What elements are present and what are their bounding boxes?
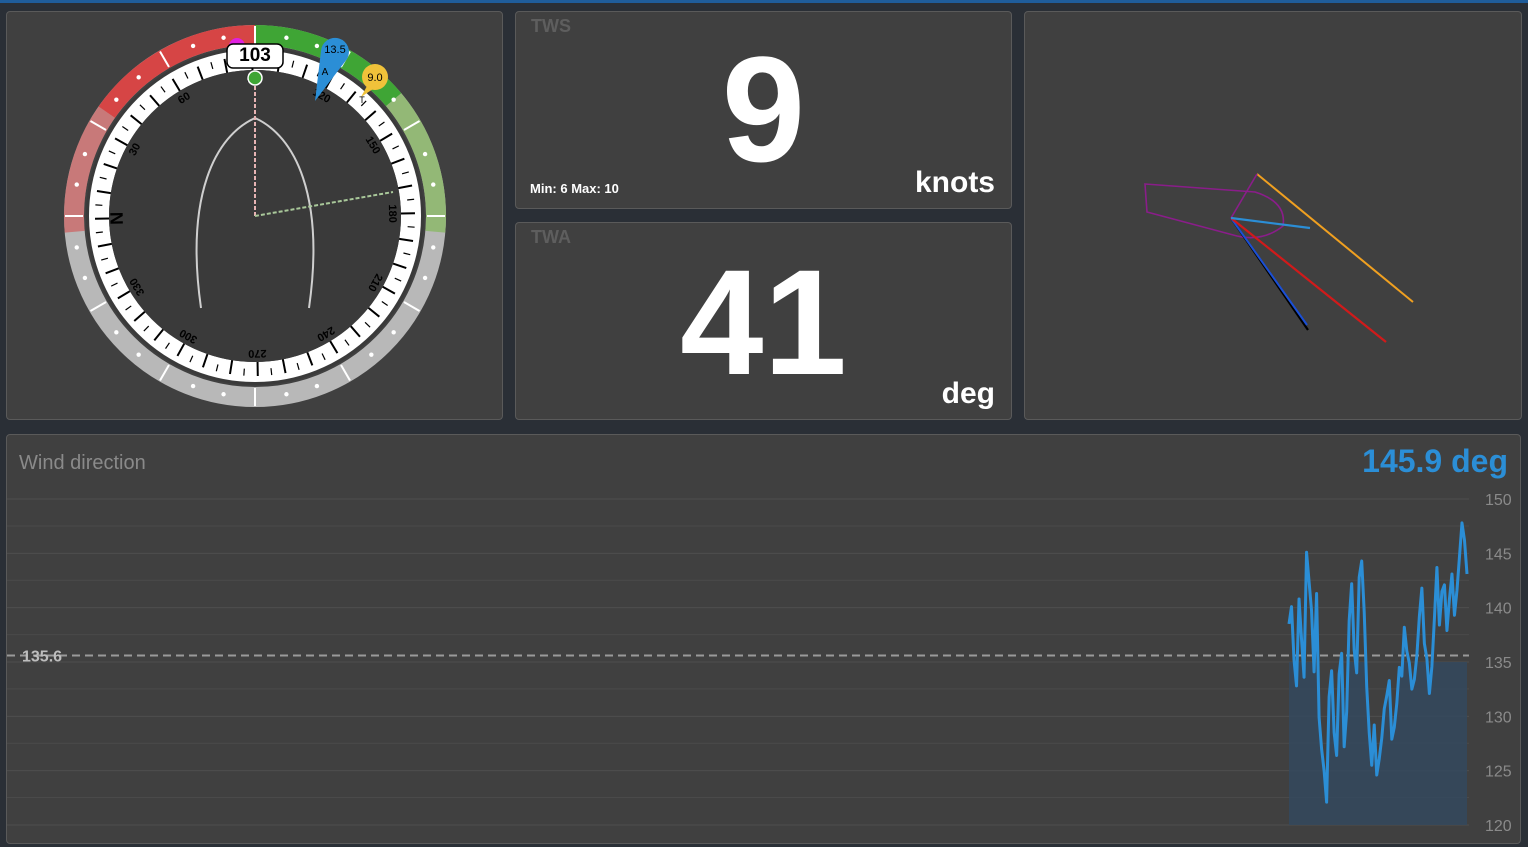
y-tick-label: 135 (1485, 655, 1512, 672)
ring-dot (136, 75, 141, 80)
tws-panel: TWS 9 Min: 6 Max: 10 knots (515, 11, 1012, 209)
ring-dot (369, 352, 374, 357)
tws-min: Min: 6 (530, 181, 568, 196)
ring-dot (221, 35, 226, 40)
ring-dot (82, 275, 88, 281)
true-wind-letter: T (359, 95, 365, 105)
apparent-wind-value: 13.5 (324, 44, 345, 56)
ring-dot (422, 275, 428, 281)
north-label: N (107, 212, 127, 225)
ring-dot (314, 383, 320, 389)
apparent-wind-vector (1230, 217, 1387, 343)
wind-compass: 306090120150180210240270300330N10313.5A9… (64, 25, 446, 407)
chart-title: Wind direction (19, 452, 146, 474)
ring-dot (314, 43, 320, 49)
heading-value: 103 (239, 45, 271, 66)
boat-vector-diagram (1144, 173, 1414, 343)
ring-dot (391, 330, 396, 335)
tws-minmax: Min: 6 Max: 10 (530, 181, 619, 196)
y-tick-label: 140 (1485, 601, 1512, 618)
ring-dot (431, 245, 436, 250)
ring-dot (190, 43, 196, 49)
wind-direction-chart-panel: 150 145 140 135 130 125 120 135.6 Wind directio… (6, 434, 1521, 844)
ring-dot (114, 330, 119, 335)
ring-dot (82, 151, 88, 157)
apparent-wind-letter: A (322, 67, 329, 78)
ring-dot (221, 392, 226, 397)
scale-label: 270 (248, 347, 267, 359)
twa-title: TWA (531, 227, 571, 247)
y-tick-label: 125 (1485, 764, 1512, 781)
chart-current-value: 145.9 deg (1362, 443, 1508, 479)
twa-panel: TWA 41 deg (515, 222, 1012, 420)
heading-dot (247, 70, 263, 86)
wind-compass-panel: 306090120150180210240270300330N10313.5A9… (6, 11, 503, 420)
tws-max: Max: 10 (571, 181, 619, 196)
y-tick-label: 150 (1485, 492, 1512, 509)
scale-tick (270, 368, 273, 376)
ring-dot (391, 97, 396, 102)
ring-dot (284, 392, 289, 397)
ring-dot (74, 182, 79, 187)
twa-unit: deg (941, 377, 995, 410)
ring-dot (114, 97, 119, 102)
boat-hull (1144, 183, 1285, 239)
wind-direction-chart: 150 145 140 135 130 125 120 135.6 (7, 492, 1512, 835)
true-wind-value: 9.0 (367, 72, 382, 84)
mast-vector (1230, 173, 1258, 219)
ring-dot (422, 151, 428, 157)
y-tick-label: 120 (1485, 818, 1512, 835)
y-tick-label: 145 (1485, 546, 1512, 563)
ring-dot (284, 35, 289, 40)
tws-value: 9 (721, 25, 806, 193)
ring-dot (431, 182, 436, 187)
scale-tick (95, 231, 103, 234)
scale-label: 180 (386, 204, 398, 223)
tws-unit: knots (914, 166, 995, 199)
ring-dot (74, 245, 79, 250)
average-label: 135.6 (22, 648, 62, 665)
y-tick-label: 130 (1485, 709, 1512, 726)
boat-vector-panel (1024, 11, 1522, 420)
twa-value: 41 (680, 238, 847, 406)
ring-dot (190, 383, 196, 389)
ring-dot (136, 352, 141, 357)
true-wind-vector (1256, 173, 1414, 303)
scale-tick (407, 198, 415, 201)
